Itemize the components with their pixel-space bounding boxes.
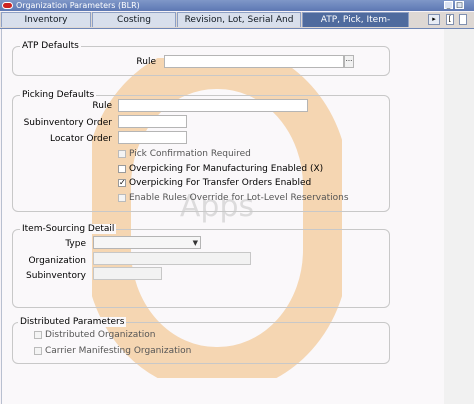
tab-scroll-right-icon[interactable]: ▸ bbox=[428, 14, 440, 25]
tab-atp-pick-item-sourcing[interactable]: ATP, Pick, Item-Sourcing bbox=[302, 12, 409, 40]
chevron-down-icon: ▼ bbox=[192, 239, 198, 247]
type-label: Type bbox=[65, 239, 86, 249]
picking-rule-label: Rule bbox=[92, 101, 112, 111]
subinventory-order-label: Subinventory Order bbox=[23, 118, 112, 128]
tab-list-icon[interactable]: [ bbox=[446, 14, 454, 25]
carrier-manifesting-checkbox[interactable]: Carrier Manifesting Organization bbox=[34, 346, 191, 356]
organization-label: Organization bbox=[28, 256, 86, 266]
tab-inventory-parameters[interactable]: Inventory Parameters bbox=[1, 12, 91, 40]
tab-bar: Inventory Parameters Costing Information… bbox=[0, 12, 474, 40]
pick-confirmation-label: Pick Confirmation Required bbox=[129, 149, 251, 159]
subinventory-order-input[interactable] bbox=[118, 115, 187, 128]
atp-rule-label: Rule bbox=[136, 57, 156, 67]
checkbox-empty-icon bbox=[34, 347, 42, 355]
type-select[interactable]: ▼ bbox=[93, 236, 201, 249]
lov-ellipsis-icon[interactable]: ... bbox=[344, 55, 354, 68]
overpicking-manufacturing-checkbox[interactable]: Overpicking For Manufacturing Enabled (X… bbox=[118, 164, 323, 174]
window-title: Organization Parameters (BLR) bbox=[16, 1, 140, 10]
checkbox-empty-icon bbox=[118, 194, 126, 202]
right-scroll-area bbox=[444, 29, 474, 404]
sourcing-subinventory-input[interactable] bbox=[93, 267, 162, 280]
locator-order-label: Locator Order bbox=[50, 134, 112, 144]
distributed-organization-checkbox[interactable]: Distributed Organization bbox=[34, 330, 155, 340]
distributed-parameters-group bbox=[12, 322, 390, 364]
tab-revision-lot-serial-lpn[interactable]: Revision, Lot, Serial And LPN bbox=[177, 12, 301, 40]
item-sourcing-title: Item-Sourcing Detail bbox=[20, 224, 117, 234]
sourcing-subinventory-label: Subinventory bbox=[26, 271, 86, 281]
distributed-organization-label: Distributed Organization bbox=[45, 330, 156, 340]
overpicking-manufacturing-label: Overpicking For Manufacturing Enabled (X… bbox=[129, 164, 324, 174]
maximize-icon[interactable]: □ bbox=[455, 1, 464, 9]
checkbox-empty-icon bbox=[118, 150, 126, 158]
atp-defaults-title: ATP Defaults bbox=[20, 41, 81, 51]
enable-rules-override-checkbox[interactable]: Enable Rules Override for Lot-Level Rese… bbox=[118, 193, 349, 203]
carrier-manifesting-label: Carrier Manifesting Organization bbox=[45, 346, 192, 356]
distributed-parameters-title: Distributed Parameters bbox=[18, 317, 127, 327]
minimize-icon[interactable]: _ bbox=[444, 1, 453, 9]
picking-defaults-title: Picking Defaults bbox=[20, 90, 97, 100]
picking-rule-input[interactable] bbox=[118, 99, 308, 112]
checkbox-checked-icon: ✓ bbox=[118, 178, 126, 187]
organization-input[interactable] bbox=[93, 252, 251, 265]
atp-rule-input[interactable] bbox=[164, 55, 344, 68]
enable-rules-override-label: Enable Rules Override for Lot-Level Rese… bbox=[129, 193, 349, 203]
oracle-logo-icon bbox=[2, 2, 13, 9]
tab-list-end-icon[interactable] bbox=[459, 14, 467, 25]
tab-costing-information[interactable]: Costing Information bbox=[92, 12, 176, 40]
overpicking-transfer-label: Overpicking For Transfer Orders Enabled bbox=[129, 178, 312, 188]
checkbox-empty-icon bbox=[118, 165, 126, 173]
pick-confirmation-checkbox[interactable]: Pick Confirmation Required bbox=[118, 149, 251, 159]
checkbox-empty-icon bbox=[34, 331, 42, 339]
window-title-bar: Organization Parameters (BLR) _ □ bbox=[0, 0, 474, 11]
locator-order-input[interactable] bbox=[118, 131, 187, 144]
overpicking-transfer-checkbox[interactable]: ✓ Overpicking For Transfer Orders Enable… bbox=[118, 178, 311, 188]
